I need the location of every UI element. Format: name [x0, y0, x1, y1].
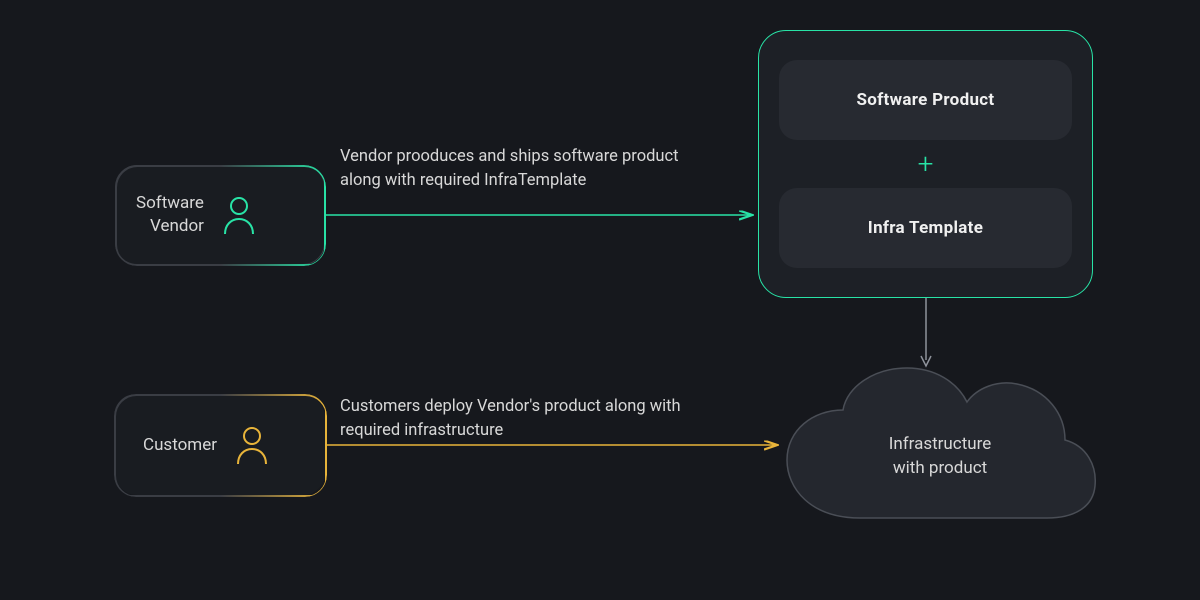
- package-node: Software Product + Infra Template: [758, 30, 1093, 298]
- user-icon: [235, 425, 269, 465]
- vendor-node: SoftwareVendor: [115, 165, 325, 265]
- vendor-arrow-description: Vendor prooduces and ships software prod…: [340, 145, 700, 193]
- cloud-node: Infrastructurewith product: [775, 358, 1105, 538]
- infra-template-card: Infra Template: [779, 188, 1072, 268]
- customer-arrow-description: Customers deploy Vendor's product along …: [340, 395, 700, 443]
- vendor-label: SoftwareVendor: [136, 192, 204, 238]
- cloud-label: Infrastructurewith product: [840, 433, 1040, 481]
- user-icon: [222, 195, 256, 235]
- software-product-card: Software Product: [779, 60, 1072, 140]
- arrow-vendor-to-package: [325, 210, 760, 220]
- customer-label: Customer: [143, 434, 217, 457]
- customer-node: Customer: [115, 395, 325, 495]
- plus-icon: +: [918, 150, 934, 178]
- arrow-package-to-cloud: [920, 298, 932, 370]
